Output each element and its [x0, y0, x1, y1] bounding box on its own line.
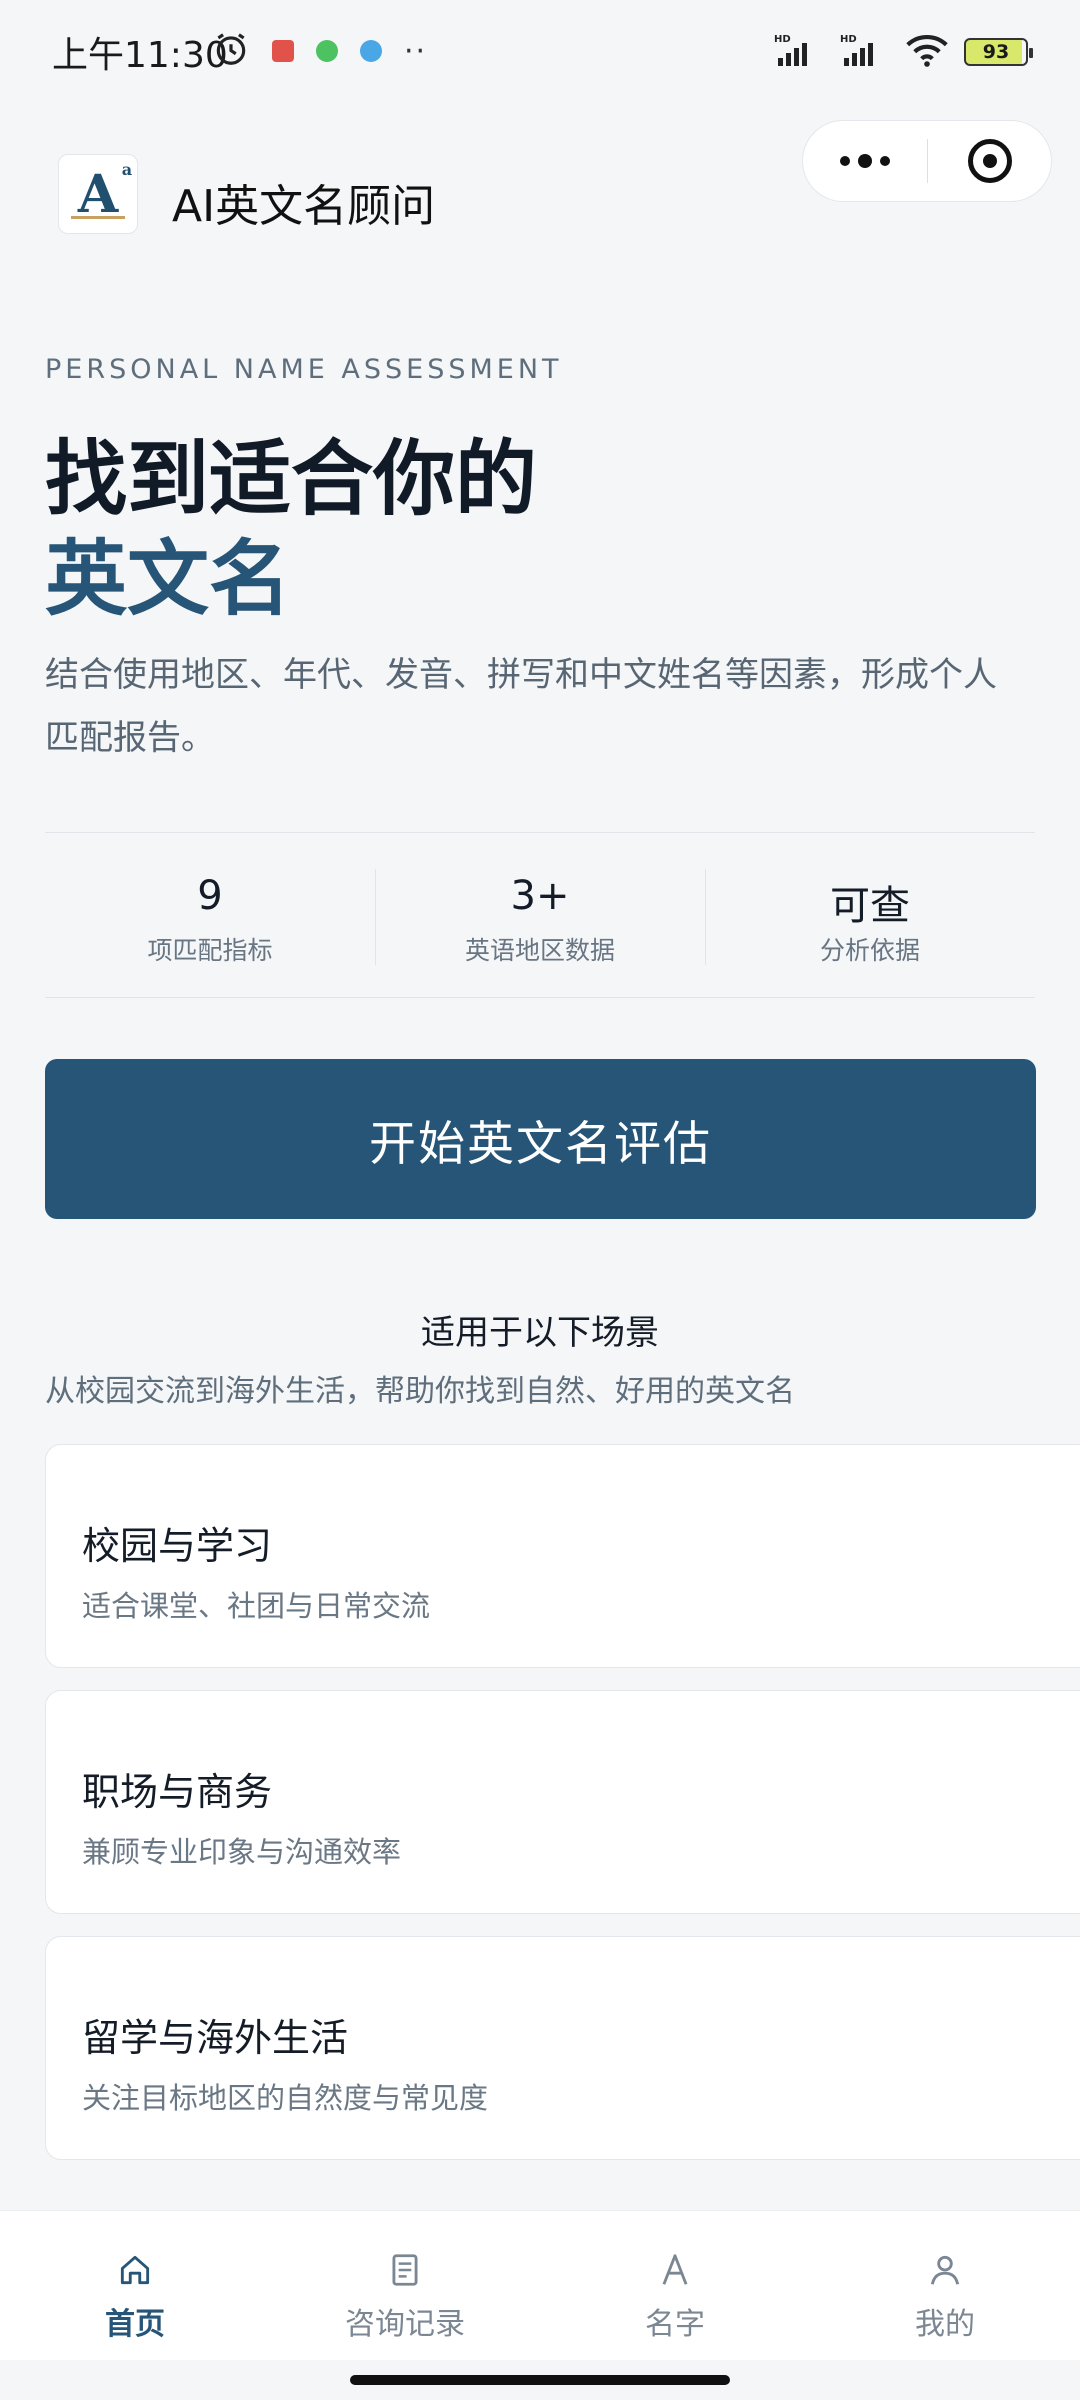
user-icon: [926, 2251, 964, 2293]
more-notifications-icon: ··: [404, 33, 428, 69]
scenario-card-desc: 适合课堂、社团与日常交流: [82, 1589, 431, 1623]
document-icon: [386, 2251, 424, 2293]
signal-icon: HD: [774, 32, 824, 72]
wifi-icon: [906, 32, 948, 72]
chat-notification-icon: [316, 40, 338, 62]
scenario-card-desc: 兼顾专业印象与沟通效率: [82, 1835, 402, 1869]
home-indicator[interactable]: [350, 2375, 730, 2385]
scenario-card-campus[interactable]: 校园与学习 适合课堂、社团与日常交流: [45, 1444, 1080, 1668]
signal-icon-2: HD: [840, 32, 890, 72]
scenario-card-title: 校园与学习: [82, 1524, 273, 1568]
scenario-card-desc: 关注目标地区的自然度与常见度: [82, 2081, 489, 2115]
tab-history[interactable]: 咨询记录: [270, 2211, 540, 2360]
stat-item: 9 项匹配指标: [45, 833, 375, 997]
stat-value: 3+: [510, 873, 570, 919]
app-notification-icon: [272, 40, 294, 62]
svg-text:HD: HD: [840, 34, 857, 45]
tab-label: 首页: [105, 2307, 165, 2342]
scenario-card-overseas[interactable]: 留学与海外生活 关注目标地区的自然度与常见度: [45, 1936, 1080, 2160]
stat-item: 3+ 英语地区数据: [375, 833, 705, 997]
scenario-card-title: 职场与商务: [82, 1770, 273, 1814]
alarm-icon: [212, 30, 250, 72]
status-system-icons: HD HD 93: [774, 32, 1033, 72]
scenarios-subtitle: 从校园交流到海外生活，帮助你找到自然、好用的英文名: [45, 1374, 795, 1409]
scenario-card-workplace[interactable]: 职场与商务 兼顾专业印象与沟通效率: [45, 1690, 1080, 1914]
home-icon: [116, 2251, 154, 2293]
tab-home[interactable]: 首页: [0, 2211, 270, 2360]
stat-label: 分析依据: [819, 936, 920, 965]
hero-description: 结合使用地区、年代、发音、拼写和中文姓名等因素，形成个人匹配报告。: [45, 655, 997, 758]
stat-value: 可查: [830, 883, 910, 929]
stat-label: 项匹配指标: [147, 936, 273, 965]
tab-label: 咨询记录: [345, 2307, 465, 2342]
eyebrow-label: PERSONAL NAME ASSESSMENT: [45, 354, 563, 385]
tab-names[interactable]: 名字: [540, 2211, 810, 2360]
target-close-icon: [967, 139, 1012, 183]
hero-title-line2: 英文名: [45, 532, 292, 627]
battery-indicator: 93: [964, 38, 1033, 66]
svg-text:HD: HD: [774, 34, 791, 45]
tab-label: 名字: [645, 2307, 705, 2342]
stats-row: 9 项匹配指标 3+ 英语地区数据 可查 分析依据: [45, 832, 1035, 998]
status-time: 上午11:30: [52, 35, 228, 76]
mini-program-capsule: [802, 120, 1052, 202]
close-mini-program-button[interactable]: [928, 121, 1051, 201]
app-logo: Aa: [58, 154, 138, 234]
scenarios-title: 适用于以下场景: [421, 1313, 659, 1353]
stat-value: 9: [197, 873, 223, 919]
status-notification-icons: ··: [212, 30, 427, 72]
status-bar: 上午11:30 ·· HD HD 93: [0, 0, 1080, 100]
start-assessment-button[interactable]: 开始英文名评估: [45, 1059, 1036, 1219]
letter-a-icon: [656, 2251, 694, 2293]
bottom-tab-bar: 首页 咨询记录 名字 我的: [0, 2210, 1080, 2360]
tab-label: 我的: [915, 2307, 975, 2342]
scenario-card-title: 留学与海外生活: [82, 2016, 349, 2060]
more-options-button[interactable]: [803, 121, 927, 201]
stat-label: 英语地区数据: [464, 936, 615, 965]
tab-profile[interactable]: 我的: [810, 2211, 1080, 2360]
browser-notification-icon: [360, 40, 382, 62]
stat-item: 可查 分析依据: [705, 833, 1035, 997]
app-title: AI英文名顾问: [172, 181, 436, 232]
